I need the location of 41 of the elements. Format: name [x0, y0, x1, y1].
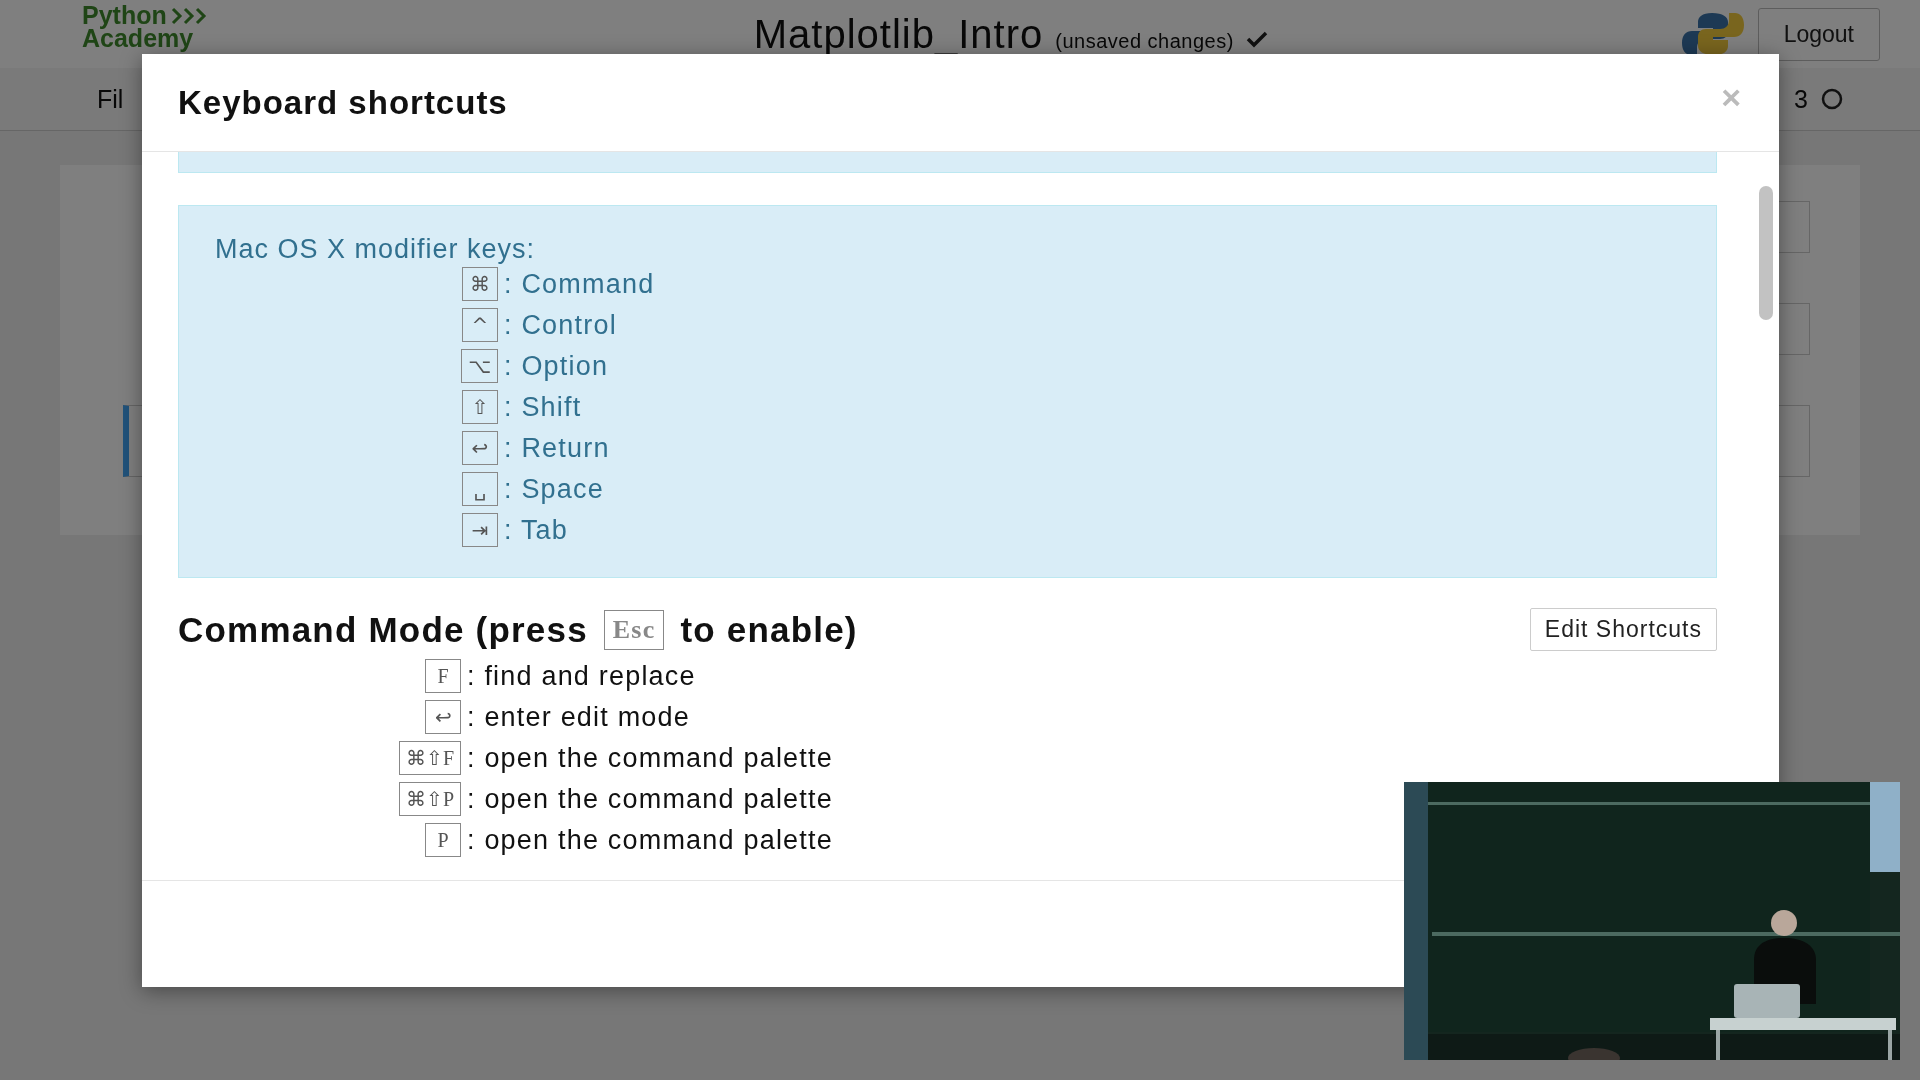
key-label: ⇧: [462, 390, 498, 424]
key-label: ⌘⇧F: [398, 741, 461, 775]
notebook-title[interactable]: Matplotlib_Intro: [753, 11, 1044, 57]
key-label: ^: [462, 308, 498, 342]
key-label: ⌘⇧P: [398, 782, 461, 816]
shortcut-description: : Control: [503, 309, 618, 341]
logo-text: Python: [82, 4, 167, 27]
shortcut-description: : open the command palette: [466, 742, 834, 774]
shortcut-description: : open the command palette: [466, 783, 834, 815]
key-label: ⌘: [462, 267, 498, 301]
shortcut-description: : Space: [503, 473, 605, 505]
shortcut-description: : open the command palette: [466, 824, 834, 856]
key-label: ⇥: [462, 513, 498, 547]
scrollbar-thumb[interactable]: [1759, 186, 1773, 320]
python-logo-icon: [1679, 11, 1746, 57]
edit-shortcuts-button[interactable]: Edit Shortcuts: [1529, 608, 1717, 651]
shortcut-description: : find and replace: [466, 660, 697, 692]
shortcut-description: : Command: [503, 268, 656, 300]
section-heading: Command Mode (press: [178, 609, 588, 650]
kernel-name: 3: [1794, 84, 1808, 114]
shortcut-description: : enter edit mode: [466, 701, 692, 733]
menu-item[interactable]: Fil: [97, 84, 124, 114]
shortcut-description: : Tab: [503, 514, 570, 546]
check-icon: [1245, 29, 1268, 48]
kernel-idle-icon: [1820, 87, 1844, 111]
key-label: Esc: [603, 609, 665, 650]
logo-text: Academy: [82, 27, 195, 50]
shortcut-description: : Option: [503, 350, 610, 382]
key-label: ⌥: [460, 349, 498, 383]
section-heading: Mac OS X modifier keys:: [215, 234, 537, 265]
section-heading: to enable): [680, 609, 858, 650]
shortcut-description: : Shift: [503, 391, 583, 423]
key-label: ↩: [462, 431, 498, 465]
key-label: P: [425, 823, 461, 857]
key-label: ↩: [425, 700, 461, 734]
shortcut-description: : Return: [503, 432, 611, 464]
logout-button[interactable]: Logout: [1757, 7, 1880, 61]
save-status: (unsaved changes): [1055, 29, 1234, 53]
dialog-title: Keyboard shortcuts: [178, 83, 508, 122]
key-label: F: [425, 659, 461, 693]
key-label: ␣: [462, 472, 498, 506]
